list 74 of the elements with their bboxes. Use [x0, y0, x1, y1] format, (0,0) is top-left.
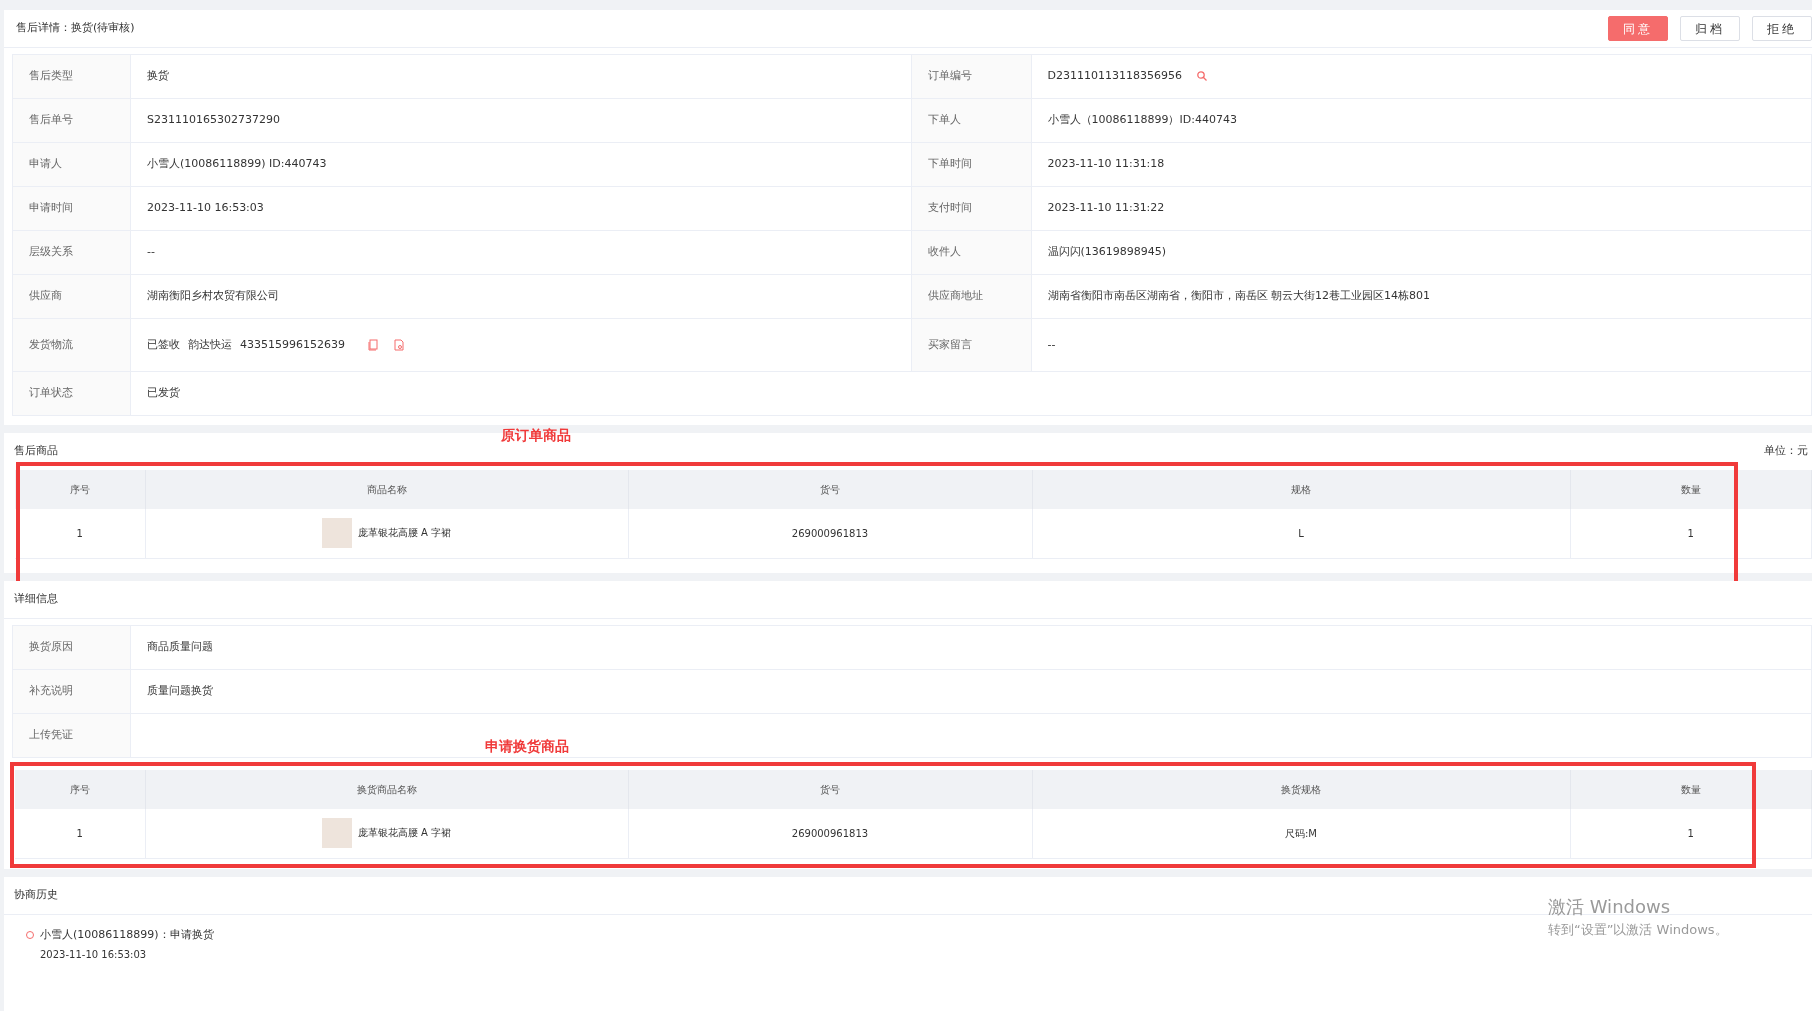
table-cell: 269000961813	[628, 808, 1032, 859]
unit-label: 单位：元	[1763, 443, 1809, 459]
field-value: 商品质量问题	[130, 625, 1812, 669]
field-value: D231110113118356956	[1047, 69, 1182, 83]
field-value: --	[130, 230, 911, 275]
table-cell: 1	[1570, 808, 1812, 859]
column-header: 数量	[1570, 769, 1812, 809]
action-button[interactable]: 拒绝	[1752, 16, 1812, 41]
column-header: 货号	[628, 469, 1032, 509]
field-value: S231110165302737290	[130, 98, 911, 143]
table-cell: 尺码:M	[1032, 808, 1570, 859]
product-photo-placeholder	[321, 818, 352, 849]
table-cell: 1	[15, 808, 145, 859]
field-value: 湖南省衡阳市南岳区湖南省，衡阳市，南岳区 朝云大街12巷工业园区14栋801	[1031, 274, 1812, 319]
field-label: 补充说明	[12, 669, 131, 713]
field-value: 小雪人(10086118899) ID:440743	[130, 142, 911, 187]
field-value: 2023-11-10 11:31:18	[1031, 142, 1812, 187]
field-label: 换货原因	[12, 625, 131, 669]
section-title: 详细信息	[4, 581, 1812, 619]
field-value: 小雪人（10086118899）ID:440743	[1031, 98, 1812, 143]
field-label: 售后类型	[12, 54, 131, 99]
field-value: 湖南衡阳乡村农贸有限公司	[130, 274, 911, 319]
copy-icon[interactable]	[367, 338, 379, 351]
annotation-label: 原订单商品	[501, 426, 571, 445]
field-label: 订单编号	[911, 54, 1031, 99]
document-search-icon[interactable]	[393, 338, 405, 351]
product-name: 庞革银花高腰 A 字裙	[357, 827, 452, 839]
column-header: 序号	[15, 469, 145, 509]
field-label: 供应商	[12, 274, 131, 319]
field-value: 已发货	[130, 371, 1812, 416]
field-value: 温闪闪(13619898945)	[1031, 230, 1812, 275]
search-icon[interactable]	[1195, 70, 1208, 83]
field-label: 售后单号	[12, 98, 131, 143]
page-title: 售后详情：换货(待审核)	[16, 20, 135, 37]
column-header: 数量	[1570, 469, 1812, 509]
field-value: 质量问题换货	[130, 669, 1812, 713]
action-button[interactable]: 归档	[1680, 16, 1740, 41]
table-cell: 1	[1570, 508, 1812, 559]
product-name: 庞革银花高腰 A 字裙	[357, 527, 452, 539]
field-value: 2023-11-10 16:53:03	[130, 186, 911, 231]
column-header: 商品名称	[145, 469, 628, 509]
column-header: 换货商品名称	[145, 769, 628, 809]
field-value: 换货	[130, 54, 911, 99]
field-value: 已签收	[147, 337, 180, 351]
column-header: 序号	[15, 769, 145, 809]
table-cell: 1	[15, 508, 145, 559]
field-label: 申请时间	[12, 186, 131, 231]
field-value: --	[1031, 318, 1812, 372]
field-label: 下单人	[911, 98, 1031, 143]
field-label: 发货物流	[12, 318, 131, 372]
field-value: 韵达快运	[188, 337, 232, 351]
field-label: 订单状态	[12, 371, 131, 416]
field-label: 买家留言	[911, 318, 1031, 372]
table-cell: 269000961813	[628, 508, 1032, 559]
field-label: 下单时间	[911, 142, 1031, 187]
product-photo-placeholder	[321, 518, 352, 549]
field-label: 上传凭证	[12, 713, 131, 757]
field-value: 433515996152639	[240, 337, 345, 351]
field-label: 收件人	[911, 230, 1031, 275]
field-label: 层级关系	[12, 230, 131, 275]
section-title: 售后商品	[13, 443, 59, 459]
field-label: 供应商地址	[911, 274, 1031, 319]
column-header: 换货规格	[1032, 769, 1570, 809]
field-value: 2023-11-10 11:31:22	[1031, 186, 1812, 231]
field-label: 申请人	[12, 142, 131, 187]
history-time: 2023-11-10 16:53:03	[39, 948, 148, 962]
activation-title: 激活 Windows	[1548, 895, 1672, 919]
annotation-label: 申请换货商品	[485, 737, 569, 756]
activation-subtitle: 转到“设置”以激活 Windows。	[1548, 921, 1728, 939]
column-header: 规格	[1032, 469, 1570, 509]
table-cell: L	[1032, 508, 1570, 559]
history-entry: 小雪人(10086118899)：申请换货	[40, 926, 214, 943]
column-header: 货号	[628, 769, 1032, 809]
field-label: 支付时间	[911, 186, 1031, 231]
